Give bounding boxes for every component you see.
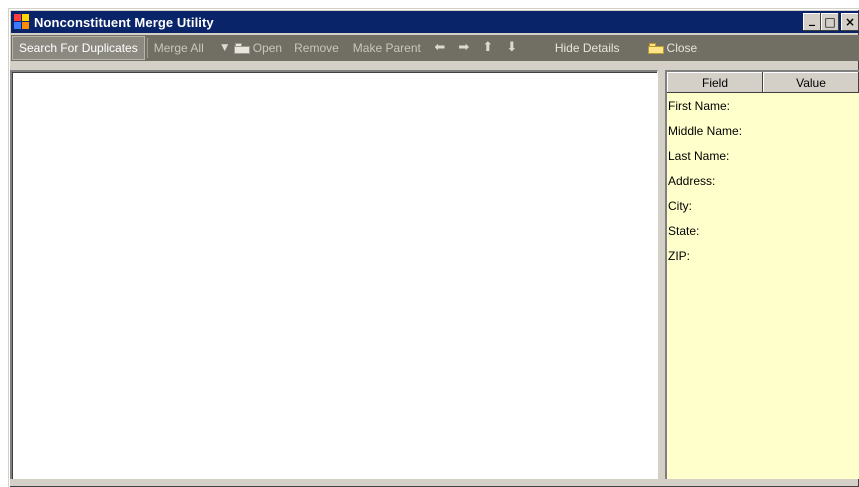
- close-label: Close: [666, 41, 698, 55]
- dropdown-arrow-icon: ▼: [221, 43, 229, 53]
- window-controls: _ □ ×: [803, 12, 859, 31]
- app-icon: [14, 14, 30, 30]
- move-right-button[interactable]: ➡: [457, 40, 471, 55]
- detail-row-zip: ZIP:: [667, 243, 859, 268]
- window-title: Nonconstituent Merge Utility: [34, 14, 214, 30]
- make-parent-label: Make Parent: [352, 41, 421, 55]
- close-button[interactable]: Close: [647, 41, 698, 55]
- field-label: Address:: [668, 173, 716, 188]
- toolbar-separator: [146, 38, 148, 58]
- search-for-duplicates-button[interactable]: Search For Duplicates: [12, 36, 145, 60]
- field-label: ZIP:: [668, 248, 691, 263]
- detail-row-last-name: Last Name:: [667, 143, 859, 168]
- arrow-right-icon: ➡: [458, 40, 470, 55]
- close-icon: ×: [844, 15, 856, 29]
- open-button[interactable]: Open: [233, 41, 283, 55]
- toolbar: Search For Duplicates Merge All ▼ Open R…: [11, 35, 859, 61]
- close-folder-icon: [647, 42, 664, 54]
- arrow-down-icon: ⬇: [506, 40, 518, 55]
- field-label: City:: [668, 198, 692, 213]
- maximize-icon: □: [824, 15, 836, 29]
- open-label: Open: [252, 41, 283, 55]
- search-for-duplicates-label: Search For Duplicates: [19, 41, 138, 55]
- open-folder-icon: [233, 42, 250, 54]
- title-bar[interactable]: Nonconstituent Merge Utility _ □ ×: [11, 11, 859, 33]
- detail-row-city: City:: [667, 193, 859, 218]
- field-label: Middle Name:: [668, 123, 743, 138]
- field-label: First Name:: [668, 98, 731, 113]
- remove-button[interactable]: Remove: [294, 41, 339, 55]
- arrow-left-icon: ⬅: [434, 40, 446, 55]
- move-left-button[interactable]: ⬅: [433, 40, 447, 55]
- hide-details-label: Hide Details: [554, 41, 620, 55]
- detail-row-address: Address:: [667, 168, 859, 193]
- detail-row-state: State:: [667, 218, 859, 243]
- merge-all-dropdown[interactable]: ▼: [218, 42, 232, 54]
- field-label: Last Name:: [668, 148, 730, 163]
- move-down-button[interactable]: ⬇: [505, 40, 519, 55]
- arrow-up-icon: ⬆: [482, 40, 494, 55]
- minimize-button[interactable]: _: [803, 12, 821, 31]
- column-header-value[interactable]: Value: [763, 72, 859, 93]
- column-header-field[interactable]: Field: [667, 72, 763, 93]
- detail-row-middle-name: Middle Name:: [667, 118, 859, 143]
- merge-all-button[interactable]: Merge All: [154, 41, 204, 55]
- detail-row-first-name: First Name:: [667, 93, 859, 118]
- details-header: Field Value: [667, 72, 859, 93]
- hide-details-button[interactable]: Hide Details: [555, 41, 620, 55]
- remove-label: Remove: [294, 41, 339, 55]
- maximize-button[interactable]: □: [821, 13, 839, 31]
- minimize-icon: _: [809, 12, 815, 26]
- close-window-button[interactable]: ×: [841, 13, 859, 31]
- move-up-button[interactable]: ⬆: [481, 40, 495, 55]
- merge-all-label: Merge All: [153, 41, 204, 55]
- make-parent-button[interactable]: Make Parent: [353, 41, 421, 55]
- field-label: State:: [668, 223, 700, 238]
- duplicates-list-pane[interactable]: [10, 70, 658, 479]
- details-pane: Field Value First Name: Middle Name: Las…: [665, 70, 859, 479]
